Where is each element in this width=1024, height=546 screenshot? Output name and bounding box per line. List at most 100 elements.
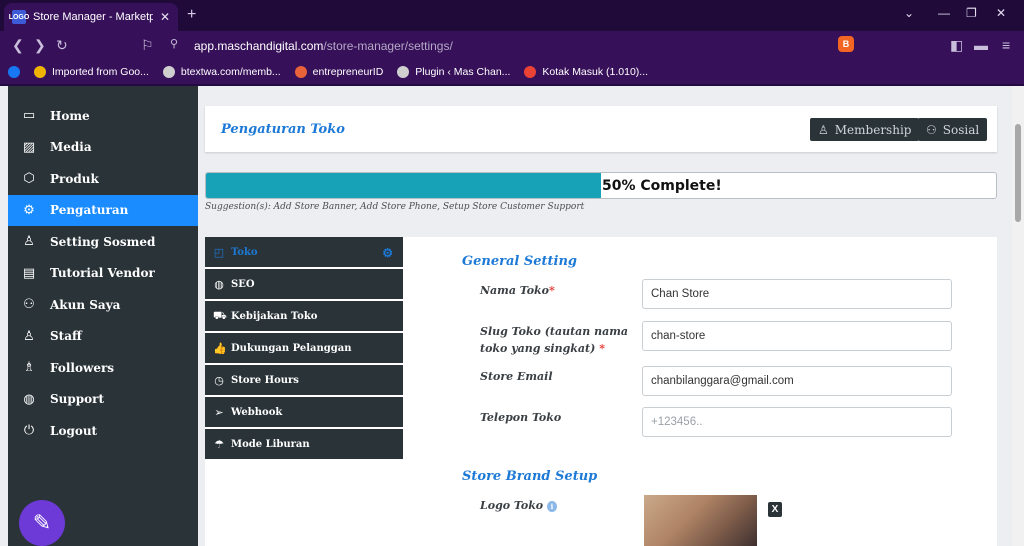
settings-tab-seo[interactable]: ◍ SEO <box>205 269 403 300</box>
bookmark-item[interactable]: btextwa.com/memb... <box>162 66 281 78</box>
bookmark-item[interactable]: entrepreneurID <box>294 66 383 78</box>
sidebar-item-produk[interactable]: ⬡ Produk <box>8 163 198 194</box>
settings-tab-label: Dukungan Pelanggan <box>231 342 352 354</box>
thumbs-up-icon: 👍 <box>213 341 227 355</box>
sidebar-item-pengaturan[interactable]: ⚙ Pengaturan <box>8 194 198 226</box>
globe-icon <box>162 66 175 78</box>
rocket-launcher-icon[interactable]: ✎ <box>19 500 65 546</box>
sidebar-item-support[interactable]: ◍ Support <box>8 384 198 415</box>
bookmark-item[interactable] <box>8 66 20 78</box>
page-header: Pengaturan Toko ♙ Membership ⚇ Sosial <box>205 106 997 152</box>
membership-button[interactable]: ♙ Membership <box>810 118 920 141</box>
settings-tab-mode-liburan[interactable]: ☂ Mode Liburan <box>205 429 403 460</box>
bookmarks-bar: Imported from Goo... btextwa.com/memb... e… <box>0 60 1024 84</box>
image-icon: ▨ <box>22 139 36 155</box>
browser-tab[interactable]: LOGO Store Manager - Marketplace M ✕ <box>4 3 178 31</box>
vendor-sidebar: ▭ Home ▨ Media ⬡ Produk ⚙ Pengaturan ♙ Setting So… <box>8 86 198 546</box>
folder-icon <box>34 66 46 78</box>
reload-icon[interactable]: ↻ <box>56 37 68 54</box>
bookmark-item[interactable]: Kotak Masuk (1.010)... <box>524 66 648 78</box>
sidebar-item-label: Followers <box>50 360 115 375</box>
sidebar-item-label: Produk <box>50 171 99 186</box>
scrollbar-thumb[interactable] <box>1015 124 1021 222</box>
bookmark-icon[interactable]: ⚐ <box>141 37 154 54</box>
sidebar-item-label: Setting Sosmed <box>50 234 156 249</box>
minimize-icon[interactable]: — <box>938 6 950 20</box>
restore-icon[interactable]: ❐ <box>966 6 977 20</box>
sidebar-item-akun-saya[interactable]: ⚇ Akun Saya <box>8 289 198 320</box>
settings-tab-store-hours[interactable]: ◷ Store Hours <box>205 365 403 396</box>
store-email-label: Store Email <box>480 370 553 383</box>
progress-suggestion: Suggestion(s): Add Store Banner, Add Sto… <box>205 202 585 212</box>
sosial-label: Sosial <box>942 122 980 137</box>
site-icon <box>294 66 307 78</box>
bookmark-item[interactable]: Plugin ‹ Mas Chan... <box>397 66 510 78</box>
store-logo-label: Logo Toko i <box>480 497 640 514</box>
users-icon: ⚇ <box>23 297 35 312</box>
user-plus-icon: ♙ <box>818 122 829 137</box>
menu-icon[interactable]: ≡ <box>1002 37 1010 53</box>
bookmark-label: Plugin ‹ Mas Chan... <box>415 66 511 78</box>
settings-tab-label: Kebijakan Toko <box>231 310 318 322</box>
sidebar-toggle-icon[interactable]: ◧ <box>950 37 963 54</box>
remove-logo-button[interactable]: X <box>768 502 782 517</box>
sidebar-item-label: Support <box>50 392 105 406</box>
store-logo-image[interactable] <box>644 495 757 546</box>
shopping-bag-icon: ◰ <box>213 245 225 259</box>
facebook-icon <box>8 66 20 78</box>
sidebar-item-staff[interactable]: ♙ Staff <box>8 321 198 352</box>
settings-tab-kebijakan-toko[interactable]: ⛟ Kebijakan Toko <box>205 301 403 332</box>
cogs-icon: ⚙ <box>23 202 35 218</box>
settings-tab-label: Mode Liburan <box>231 438 310 450</box>
sidebar-item-tutorial-vendor[interactable]: ▤ Tutorial Vendor <box>8 258 198 289</box>
chevron-down-icon[interactable]: ⌄ <box>904 6 914 20</box>
url-text: app.maschandigital.com/store-manager/set… <box>194 38 453 53</box>
store-slug-input[interactable]: chan-store <box>642 321 952 351</box>
store-name-input[interactable]: Chan Store <box>642 279 952 309</box>
general-setting-title: General Setting <box>462 254 577 269</box>
store-phone-label: Telepon Toko <box>480 411 562 424</box>
vacation-icon: ☂ <box>214 437 224 451</box>
new-tab-icon[interactable]: + <box>187 6 196 24</box>
clock-icon: ◷ <box>214 373 224 387</box>
sidebar-item-label: Staff <box>50 329 82 343</box>
settings-tab-label: SEO <box>231 278 255 290</box>
sidebar-item-label: Akun Saya <box>50 297 121 312</box>
membership-label: Membership <box>834 122 912 137</box>
sidebar-item-label: Pengaturan <box>50 203 129 217</box>
bookmark-item[interactable]: Imported from Goo... <box>34 66 149 78</box>
user-icon: ♙ <box>23 234 35 249</box>
close-window-icon[interactable]: ✕ <box>996 6 1006 20</box>
bookmark-label: btextwa.com/memb... <box>180 66 281 78</box>
settings-tab-webhook[interactable]: ➢ Webhook <box>205 397 403 428</box>
user-icon: ♙ <box>23 328 35 344</box>
glasses-icon[interactable]: ▬ <box>974 37 988 53</box>
sidebar-item-label: Tutorial Vendor <box>50 266 155 280</box>
site-info-icon[interactable]: ⚲ <box>170 37 178 50</box>
sidebar-item-followers[interactable]: ♗ Followers <box>8 352 198 383</box>
store-name-label: Nama Toko* <box>480 284 555 297</box>
close-icon[interactable]: ✕ <box>160 10 170 24</box>
address-bar: ❮ ❯ ↻ ⚐ ⚲ app.maschandigital.com/store-m… <box>0 31 1024 60</box>
sidebar-item-logout[interactable]: ⏻ Logout <box>8 415 198 446</box>
bookmark-label: Kotak Masuk (1.010)... <box>542 66 649 78</box>
sidebar-item-media[interactable]: ▨ Media <box>8 132 198 163</box>
store-phone-input[interactable]: +123456.. <box>642 407 952 437</box>
brave-shield-icon[interactable]: B <box>838 36 854 52</box>
sidebar-item-label: Logout <box>50 423 98 438</box>
store-slug-label: Slug Toko (tautan nama toko yang singkat… <box>480 325 629 355</box>
followers-icon: ♗ <box>23 360 35 375</box>
info-icon[interactable]: i <box>547 500 557 512</box>
settings-tab-dukungan-pelanggan[interactable]: 👍 Dukungan Pelanggan <box>205 333 403 364</box>
url-input[interactable]: ⚲ app.maschandigital.com/store-manager/s… <box>160 34 860 57</box>
settings-tab-toko[interactable]: ◰ Toko ⚙ <box>205 237 403 268</box>
back-icon[interactable]: ❮ <box>12 37 24 54</box>
users-icon: ⚇ <box>926 122 937 137</box>
forward-icon[interactable]: ❯ <box>34 37 46 54</box>
sosial-button[interactable]: ⚇ Sosial <box>918 118 988 141</box>
sidebar-item-label: Media <box>50 140 92 154</box>
monitor-icon: ▭ <box>22 108 36 123</box>
store-email-input[interactable]: chanbilanggara@gmail.com <box>642 366 952 396</box>
sidebar-item-home[interactable]: ▭ Home <box>8 100 198 131</box>
sidebar-item-setting-sosmed[interactable]: ♙ Setting Sosmed <box>8 226 198 257</box>
